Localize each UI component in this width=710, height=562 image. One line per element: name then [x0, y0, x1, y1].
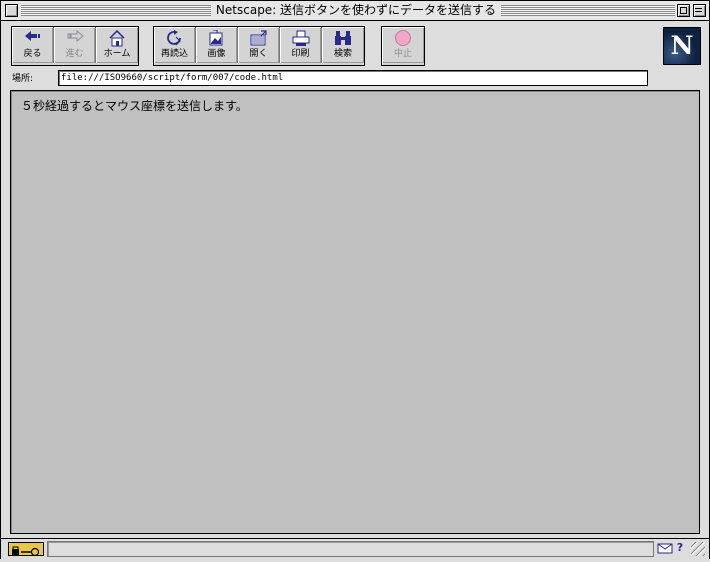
open-label: 開く — [249, 49, 268, 59]
stop-label: 中止 — [393, 49, 412, 59]
open-button[interactable]: 開く — [238, 27, 280, 63]
reload-label: 再読込 — [160, 49, 188, 59]
find-button[interactable]: 検索 — [322, 27, 364, 63]
content-message: ５秒経過するとマウス座標を送信します。 — [21, 99, 248, 113]
forward-button[interactable]: 進む — [54, 27, 96, 63]
forward-arrow-icon — [67, 30, 84, 43]
toolbar: 戻る 進む ホーム 再読込 画像 開く 印刷 検索 中止 N — [1, 21, 709, 68]
window-title: Netscape: 送信ボタンを使わずにデータを送信する — [211, 3, 501, 18]
find-binoculars-icon — [335, 31, 351, 45]
home-icon — [109, 30, 125, 47]
mail-icon[interactable] — [657, 542, 673, 554]
stop-button-group: 中止 — [381, 26, 425, 66]
page-content-area[interactable]: ５秒経過するとマウス座標を送信します。 — [10, 90, 700, 534]
close-box-button[interactable] — [5, 4, 18, 17]
images-icon — [209, 30, 223, 46]
stop-icon — [395, 30, 411, 46]
nav-button-group: 戻る 進む ホーム — [11, 26, 139, 66]
home-label: ホーム — [103, 49, 131, 59]
back-label: 戻る — [23, 49, 42, 59]
browser-window: Netscape: 送信ボタンを使わずにデータを送信する 戻る 進む ホーム 再… — [0, 0, 710, 559]
find-label: 検索 — [333, 49, 352, 59]
zoom-box-button[interactable] — [677, 4, 690, 17]
status-text — [47, 541, 654, 557]
location-url-field[interactable]: file:///ISO9660/script/form/007/code.htm… — [58, 70, 648, 86]
security-lock-icon[interactable] — [8, 542, 44, 557]
title-bar[interactable]: Netscape: 送信ボタンを使わずにデータを送信する — [1, 1, 709, 21]
images-button[interactable]: 画像 — [196, 27, 238, 63]
reload-icon — [167, 30, 181, 46]
tools-button-group: 再読込 画像 開く 印刷 検索 — [153, 26, 365, 66]
print-button[interactable]: 印刷 — [280, 27, 322, 63]
collapse-box-button[interactable] — [693, 4, 706, 17]
resize-grip-icon[interactable] — [691, 542, 705, 556]
back-arrow-icon — [25, 31, 40, 41]
reload-button[interactable]: 再読込 — [154, 27, 196, 63]
help-icon[interactable]: ? — [675, 540, 685, 556]
forward-label: 進む — [65, 49, 84, 59]
status-bar: ? — [1, 538, 709, 559]
location-label: 場所: — [12, 74, 34, 84]
netscape-logo: N — [663, 27, 701, 65]
stop-button[interactable]: 中止 — [382, 27, 424, 63]
images-label: 画像 — [207, 49, 226, 59]
print-label: 印刷 — [291, 49, 310, 59]
back-button[interactable]: 戻る — [12, 27, 54, 63]
home-button[interactable]: ホーム — [96, 27, 138, 63]
print-icon — [292, 30, 310, 46]
open-icon — [250, 30, 267, 46]
location-bar: 場所: file:///ISO9660/script/form/007/code… — [1, 68, 709, 90]
